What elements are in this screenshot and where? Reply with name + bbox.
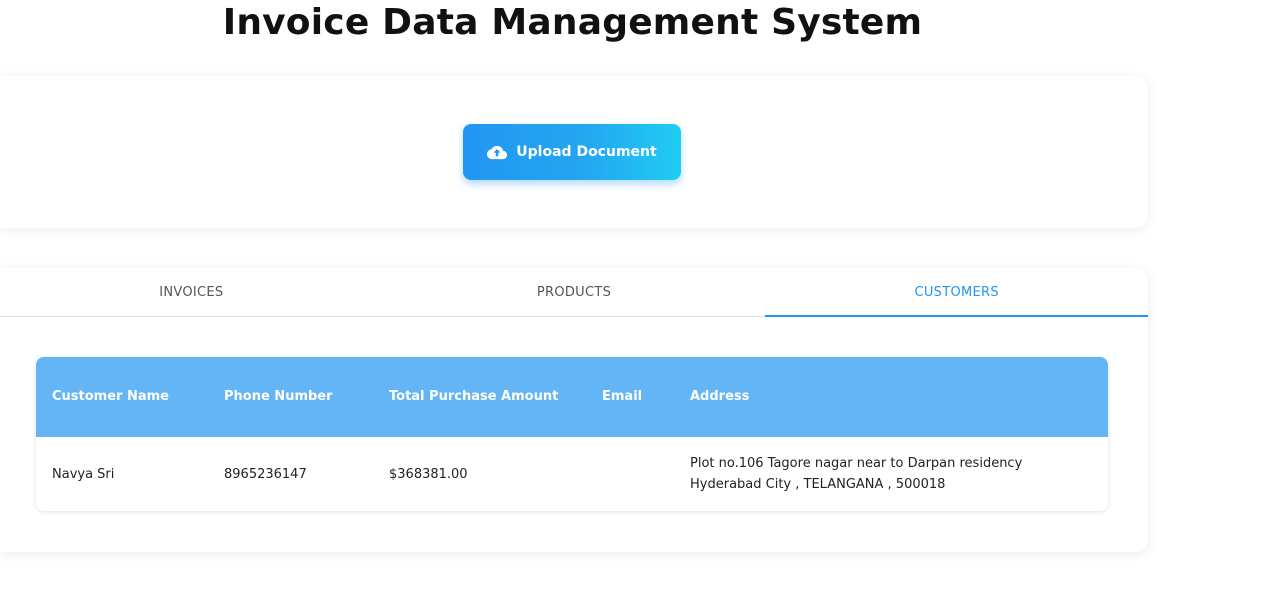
tab-products[interactable]: PRODUCTS [383, 268, 766, 316]
page-title: Invoice Data Management System [222, 2, 923, 43]
customers-table: Customer Name Phone Number Total Purchas… [36, 357, 1108, 511]
data-panel: INVOICES PRODUCTS CUSTOMERS Customer Nam… [0, 268, 1148, 552]
column-header-customer-name: Customer Name [36, 357, 208, 437]
cell-phone-number: 8965236147 [224, 466, 307, 482]
tab-invoices[interactable]: INVOICES [0, 268, 383, 316]
upload-document-label: Upload Document [516, 144, 657, 160]
table-row: Navya Sri 8965236147 $368381.00 Plot no.… [36, 437, 1108, 511]
cell-address: Plot no.106 Tagore nagar near to Darpan … [690, 456, 1023, 492]
column-header-email: Email [586, 357, 674, 437]
table-header-row: Customer Name Phone Number Total Purchas… [36, 357, 1108, 437]
tab-customers[interactable]: CUSTOMERS [765, 268, 1148, 317]
column-header-phone-number: Phone Number [208, 357, 373, 437]
upload-panel: Upload Document [0, 76, 1148, 228]
cloud-upload-icon [487, 145, 508, 160]
column-header-total-purchase-amount: Total Purchase Amount [373, 357, 586, 437]
tab-bar: INVOICES PRODUCTS CUSTOMERS [0, 268, 1148, 317]
cell-total-purchase-amount: $368381.00 [389, 466, 468, 482]
cell-customer-name: Navya Sri [52, 466, 115, 482]
column-header-address: Address [674, 357, 1108, 437]
upload-document-button[interactable]: Upload Document [463, 124, 681, 180]
cell-email [586, 437, 674, 511]
